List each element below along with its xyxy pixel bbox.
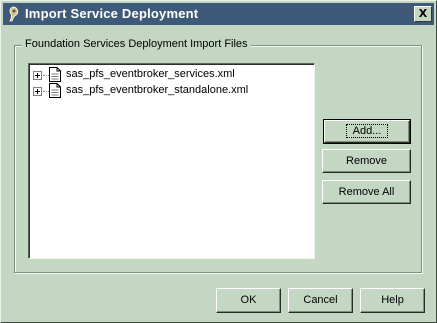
import-files-tree[interactable]: sas_pfs_eventbroker_services.xml sas_pfs…: [28, 63, 315, 259]
close-icon: X: [418, 7, 428, 20]
document-icon: [49, 67, 61, 82]
expand-plus-icon[interactable]: [33, 87, 42, 96]
group-legend: Foundation Services Deployment Import Fi…: [22, 38, 251, 50]
close-button[interactable]: X: [414, 6, 432, 22]
help-button-label: Help: [381, 294, 404, 306]
document-icon: [49, 83, 61, 98]
add-button[interactable]: Add...: [323, 119, 411, 144]
add-button-label: Add...: [345, 124, 389, 138]
ok-button-label: OK: [240, 294, 257, 306]
ok-button[interactable]: OK: [216, 288, 281, 313]
title-bar[interactable]: Import Service Deployment X: [3, 3, 434, 25]
help-button[interactable]: Help: [360, 288, 425, 313]
window-title: Import Service Deployment: [25, 6, 199, 21]
tree-item[interactable]: sas_pfs_eventbroker_standalone.xml: [33, 83, 303, 99]
remove-all-button-label: Remove All: [338, 186, 395, 198]
dialog-window: Import Service Deployment X Foundation S…: [0, 0, 437, 323]
remove-button-label: Remove: [346, 155, 387, 167]
tree-item[interactable]: sas_pfs_eventbroker_services.xml: [33, 67, 303, 83]
tree-item-label[interactable]: sas_pfs_eventbroker_services.xml: [66, 68, 235, 80]
cancel-button[interactable]: Cancel: [288, 288, 353, 313]
remove-all-button[interactable]: Remove All: [322, 180, 411, 204]
expand-plus-icon[interactable]: [33, 71, 42, 80]
cancel-button-label: Cancel: [303, 294, 338, 306]
sas-app-icon: [9, 6, 19, 22]
remove-button[interactable]: Remove: [322, 149, 411, 173]
tree-item-label[interactable]: sas_pfs_eventbroker_standalone.xml: [66, 84, 248, 96]
